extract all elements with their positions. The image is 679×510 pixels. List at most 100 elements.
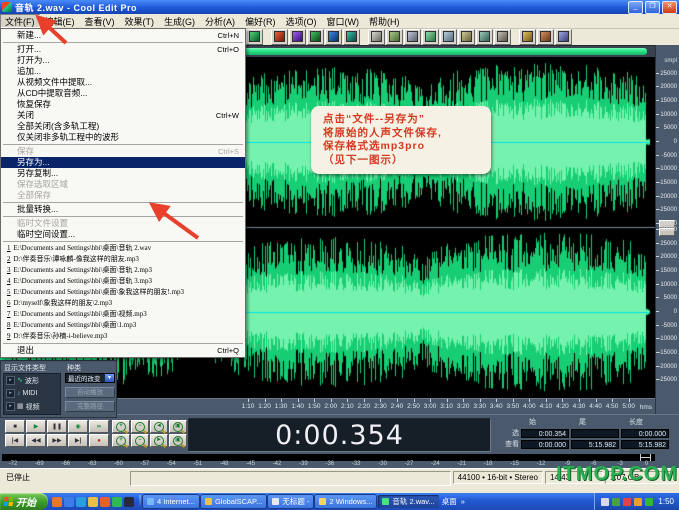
qq-tray-icon[interactable]	[623, 498, 631, 506]
recent-file-2[interactable]: 2D:\伴奏音乐\谭咏麟-像我这样的朋友.mp3	[1, 254, 245, 265]
cd-project-button[interactable]	[343, 29, 360, 45]
fast-forward-button[interactable]: ▶▶	[47, 434, 67, 447]
zoom-right-button[interactable]: ►	[150, 434, 168, 447]
menubar-item-2[interactable]: 编辑(E)	[40, 14, 80, 28]
filetype-midi-row[interactable]: ▸♪MIDI	[4, 387, 60, 400]
auto-play-button[interactable]: 自动播放	[65, 387, 115, 398]
task-button[interactable]: 2 Windows...	[315, 495, 376, 508]
sort-dropdown[interactable]: 最近的改变 ▼	[65, 373, 115, 383]
level-meter[interactable]	[2, 454, 655, 461]
recent-file-3[interactable]: 3E:\Documents and Settings\hbi\桌面\音轨 2.m…	[1, 265, 245, 276]
file-menu-item[interactable]: 恢复保存	[1, 99, 245, 110]
chevron-down-icon[interactable]: ▼	[105, 374, 114, 382]
zoom-to-selection-button[interactable]: ◄	[150, 420, 168, 433]
play-from-cursor-button[interactable]: ◉	[68, 420, 88, 433]
menubar-item-8[interactable]: 选项(O)	[281, 14, 322, 28]
menubar-item-4[interactable]: 效果(T)	[120, 14, 160, 28]
file-menu-item[interactable]: 从CD中提取音频...	[1, 88, 245, 99]
trim-button[interactable]	[494, 29, 511, 45]
menubar-item-3[interactable]: 查看(V)	[80, 14, 120, 28]
file-menu-item[interactable]: 仅关闭非多轨工程中的波形	[1, 132, 245, 143]
help-button[interactable]	[555, 29, 572, 45]
settings-button[interactable]	[519, 29, 536, 45]
copy-button[interactable]	[440, 29, 457, 45]
play-button[interactable]: ▶	[26, 420, 46, 433]
firefox-icon[interactable]	[52, 497, 62, 507]
recent-file-5[interactable]: 5E:\Documents and Settings\hbi\桌面\象我这样的朋…	[1, 287, 245, 298]
save-file-button[interactable]	[386, 29, 403, 45]
cue-list-button[interactable]	[246, 29, 263, 45]
mix-paste-button[interactable]	[476, 29, 493, 45]
task-button[interactable]: GlobalSCAP...	[201, 495, 266, 508]
filetype-video-checkbox[interactable]: ▸	[6, 402, 15, 411]
menubar-item-5[interactable]: 生成(G)	[159, 14, 200, 28]
filetype-wave-row[interactable]: ▸∿波形	[4, 374, 60, 387]
task-button[interactable]: 4 Internet...	[143, 495, 199, 508]
menubar-item-1[interactable]: 文件(F)	[0, 14, 40, 28]
file-menu-item[interactable]: 打开...Ctrl+O	[1, 44, 245, 55]
media-player-icon[interactable]	[100, 497, 110, 507]
zoom-in-button[interactable]: +	[112, 420, 130, 433]
recent-file-6[interactable]: 6D:\myself\象我这样的朋友\2.mp3	[1, 298, 245, 309]
file-menu-item[interactable]: 临时空间设置...	[1, 229, 245, 240]
zoom-full-button[interactable]: ▣	[169, 420, 187, 433]
zoom-in-vertical-button[interactable]: +	[112, 434, 130, 447]
msn-icon[interactable]	[76, 497, 86, 507]
antivirus-icon[interactable]	[634, 498, 642, 506]
filetype-midi-checkbox[interactable]: ▸	[6, 389, 15, 398]
pause-button[interactable]: ❚❚	[47, 420, 67, 433]
recent-file-8[interactable]: 8E:\Documents and Settings\hbi\桌面\1.mp3	[1, 320, 245, 331]
open-file-button[interactable]	[368, 29, 385, 45]
record-button[interactable]: ●	[89, 434, 109, 447]
maximize-button[interactable]: ❐	[645, 1, 660, 14]
file-menu-item[interactable]: 全部保存	[1, 190, 245, 201]
recent-file-9[interactable]: 9D:\伴奏音乐\孙楠-i-believe.mp3	[1, 331, 245, 342]
volume-icon[interactable]	[601, 498, 609, 506]
zoom-out-vertical-button[interactable]: −	[131, 434, 149, 447]
recent-file-7[interactable]: 7E:\Documents and Settings\hbi\桌面\视频.mp3	[1, 309, 245, 320]
file-menu-item[interactable]: 保存Ctrl+S	[1, 146, 245, 157]
filetype-wave-checkbox[interactable]: ▸	[6, 376, 15, 385]
minimize-button[interactable]: _	[628, 1, 643, 14]
waveform-view-button[interactable]	[271, 29, 288, 45]
msn-tray-icon[interactable]	[645, 498, 653, 506]
desktop-toolbar-label[interactable]: 桌面	[442, 496, 457, 507]
folder-icon[interactable]	[88, 497, 98, 507]
scripts-button[interactable]	[537, 29, 554, 45]
file-menu-item[interactable]: 追加...	[1, 66, 245, 77]
recent-file-4[interactable]: 4E:\Documents and Settings\hbi\桌面\音轨 3.m…	[1, 276, 245, 287]
task-button[interactable]: 音轨 2.wav...	[378, 495, 438, 508]
file-menu-item[interactable]: 打开为...	[1, 55, 245, 66]
menubar-item-6[interactable]: 分析(A)	[200, 14, 240, 28]
multitrack-view-button[interactable]	[325, 29, 342, 45]
file-menu-item[interactable]: 从视频文件中提取...	[1, 77, 245, 88]
loop-button[interactable]: ∞	[89, 420, 109, 433]
task-button[interactable]: 无标题 -	[268, 495, 313, 508]
file-menu-item[interactable]: 临时文件设置	[1, 218, 245, 229]
go-to-end-button[interactable]: ▶|	[68, 434, 88, 447]
chevron-right-icon[interactable]: »	[461, 497, 465, 506]
display-icon[interactable]	[612, 498, 620, 506]
file-menu-item[interactable]: 另存为...	[1, 157, 245, 168]
recent-file-1[interactable]: 1E:\Documents and Settings\hbi\桌面\音轨 2.w…	[1, 243, 245, 254]
amplitude-ruler[interactable]: smpl 2500020000150001000050000-5000-1000…	[655, 45, 679, 414]
undo-button[interactable]	[404, 29, 421, 45]
photoshop-icon[interactable]	[124, 497, 134, 507]
acdsee-icon[interactable]	[112, 497, 122, 507]
file-menu-item[interactable]: 批量转换...	[1, 204, 245, 215]
go-to-start-button[interactable]: |◀	[5, 434, 25, 447]
play-clip-button[interactable]	[422, 29, 439, 45]
file-menu-item[interactable]: 新建...Ctrl+N	[1, 30, 245, 41]
file-menu-item[interactable]: 保存选取区域	[1, 179, 245, 190]
stop-button[interactable]: ■	[5, 420, 25, 433]
spectral-view-button[interactable]	[289, 29, 306, 45]
ie-icon[interactable]	[64, 497, 74, 507]
start-button[interactable]: 开始	[0, 493, 48, 510]
filetype-video-row[interactable]: ▸▦视频	[4, 400, 60, 413]
rewind-button[interactable]: ◀◀	[26, 434, 46, 447]
file-menu-item[interactable]: 退出Ctrl+Q	[1, 345, 245, 356]
file-menu-item[interactable]: 另存复制...	[1, 168, 245, 179]
menubar-item-9[interactable]: 窗口(W)	[322, 14, 365, 28]
menubar-item-10[interactable]: 帮助(H)	[364, 14, 405, 28]
zoom-out-button[interactable]: −	[131, 420, 149, 433]
